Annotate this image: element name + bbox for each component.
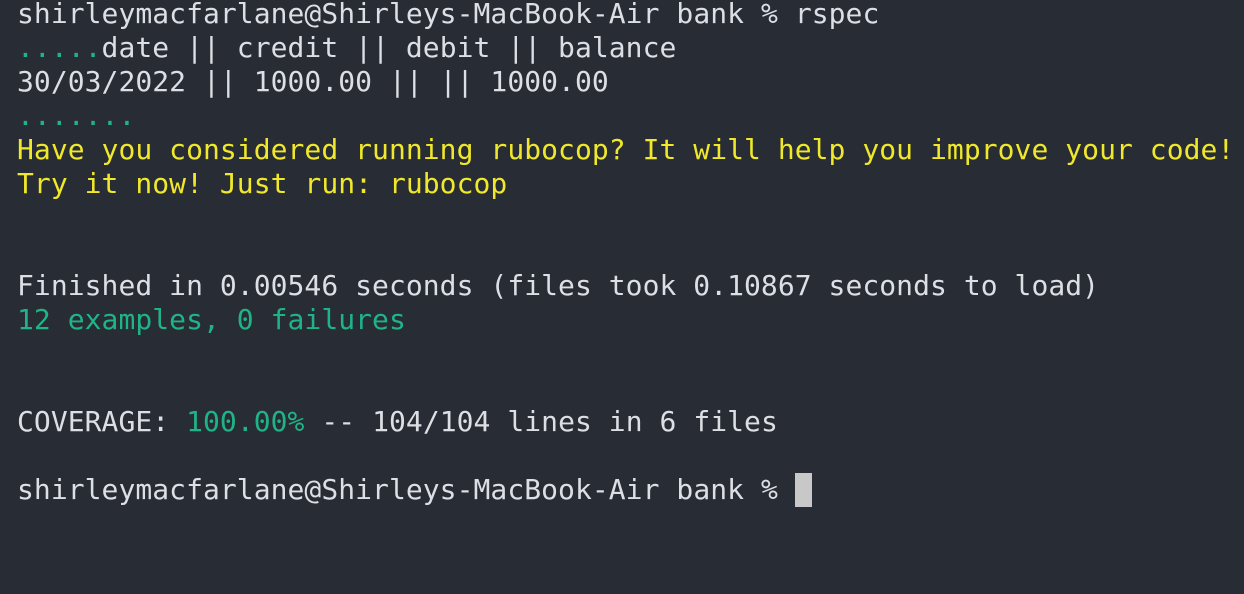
prompt-symbol: %: [760, 0, 778, 30]
progress-dots: .......: [17, 99, 136, 132]
prompt-symbol: %: [760, 473, 778, 506]
coverage-detail: -- 104/104 lines in 6 files: [321, 405, 778, 438]
command-line: shirleymacfarlane@Shirleys-MacBook-Air b…: [17, 0, 879, 31]
table-header: date || credit || debit || balance: [101, 31, 677, 64]
rubocop-hint: Have you considered running rubocop? It …: [17, 133, 1235, 166]
table-row: 30/03/2022 || 1000.00 || || 1000.00: [17, 65, 609, 98]
prompt-user-host: shirleymacfarlane@Shirleys-MacBook-Air: [17, 0, 660, 30]
prompt-directory: bank: [676, 473, 745, 506]
prompt-line[interactable]: shirleymacfarlane@Shirleys-MacBook-Air b…: [17, 473, 812, 507]
test-summary: 12 examples, 0 failures: [17, 303, 406, 336]
finished-line: Finished in 0.00546 seconds (files took …: [17, 269, 1100, 302]
prompt-directory: bank: [676, 0, 745, 30]
command-text: rspec: [794, 0, 880, 30]
terminal-window[interactable]: shirleymacfarlane@Shirleys-MacBook-Air b…: [0, 0, 1244, 594]
output-table-header-line: .....date || credit || debit || balance: [17, 31, 676, 65]
coverage-line: COVERAGE: 100.00% -- 104/104 lines in 6 …: [17, 405, 778, 439]
coverage-percent: 100.00%: [186, 405, 305, 438]
progress-dots: .....: [17, 31, 102, 64]
prompt-user-host: shirleymacfarlane@Shirleys-MacBook-Air: [17, 473, 660, 506]
text-cursor[interactable]: [794, 473, 812, 507]
rubocop-hint: Try it now! Just run: rubocop: [17, 167, 508, 200]
coverage-label: COVERAGE:: [17, 405, 170, 438]
